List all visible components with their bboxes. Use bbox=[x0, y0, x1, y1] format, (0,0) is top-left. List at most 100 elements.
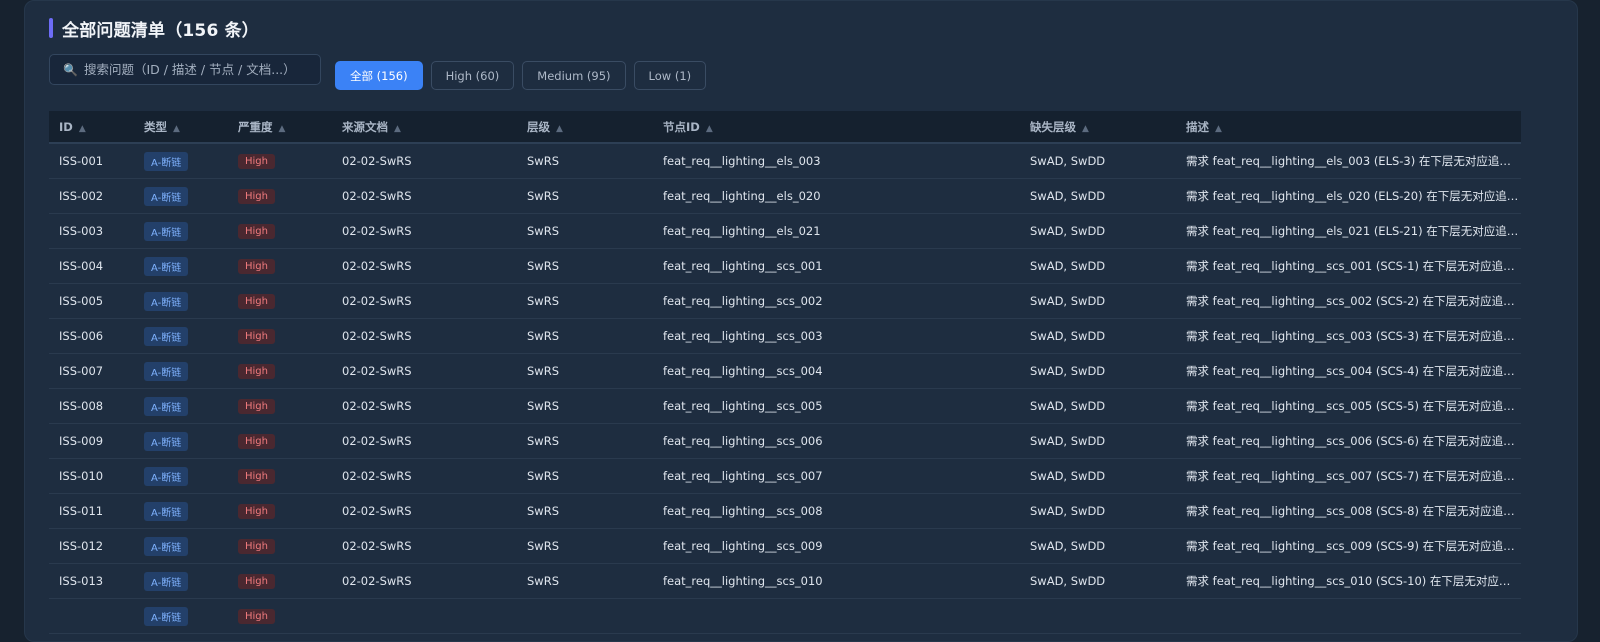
column-header-id[interactable]: ID ▲ bbox=[49, 111, 134, 144]
cell-id: ISS-002 bbox=[49, 178, 134, 214]
cell-node-id: feat_req__lighting__scs_004 bbox=[653, 353, 1020, 389]
type-badge: A-断链 bbox=[144, 186, 189, 206]
cell-severity: High bbox=[228, 143, 332, 179]
issues-table: ID ▲ 类型 ▲ 严重度 ▲ 来源文档 ▲ 层级 ▲ 节点ID ▲ 缺失层级 ▲ 描述 ▲ I… bbox=[49, 111, 1521, 634]
cell-type: A-断链 bbox=[134, 493, 228, 529]
column-header-description[interactable]: 描述 ▲ bbox=[1176, 111, 1521, 144]
cell-type: A-断链 bbox=[134, 423, 228, 459]
sort-icon: ▲ bbox=[556, 123, 563, 134]
cell-source-doc: 02-02-SwRS bbox=[332, 353, 517, 389]
cell-missing-level: SwAD, SwDD bbox=[1020, 423, 1176, 459]
severity-badge: High bbox=[238, 469, 275, 484]
filter-all-button[interactable]: 全部 (156) bbox=[335, 61, 423, 90]
cell-missing-level bbox=[1020, 598, 1176, 634]
cell-source-doc: 02-02-SwRS bbox=[332, 178, 517, 214]
table-row[interactable]: ISS-012 A-断链 High 02-02-SwRS SwRS feat_req__l… bbox=[49, 528, 1521, 564]
cell-severity: High bbox=[228, 213, 332, 249]
column-header-missing-level[interactable]: 缺失层级 ▲ bbox=[1020, 111, 1176, 144]
search-box[interactable]: 🔍 bbox=[49, 54, 321, 85]
table-row[interactable]: ISS-001 A-断链 High 02-02-SwRS SwRS feat_req__l… bbox=[49, 143, 1521, 179]
cell-source-doc: 02-02-SwRS bbox=[332, 423, 517, 459]
cell-source-doc: 02-02-SwRS bbox=[332, 493, 517, 529]
cell-type: A-断链 bbox=[134, 248, 228, 284]
column-header-label: ID bbox=[59, 119, 73, 134]
cell-node-id: feat_req__lighting__els_020 bbox=[653, 178, 1020, 214]
column-header-severity[interactable]: 严重度 ▲ bbox=[228, 111, 332, 144]
cell-level: SwRS bbox=[517, 493, 653, 529]
cell-level: SwRS bbox=[517, 388, 653, 424]
severity-badge: High bbox=[238, 224, 275, 239]
cell-level: SwRS bbox=[517, 178, 653, 214]
cell-missing-level: SwAD, SwDD bbox=[1020, 458, 1176, 494]
table-row[interactable]: A-断链 High bbox=[49, 598, 1521, 634]
type-badge: A-断链 bbox=[144, 291, 189, 311]
cell-id: ISS-008 bbox=[49, 388, 134, 424]
cell-description: 需求 feat_req__lighting__els_020 (ELS-20) … bbox=[1176, 178, 1521, 214]
cell-level: SwRS bbox=[517, 563, 653, 599]
table-row[interactable]: ISS-008 A-断链 High 02-02-SwRS SwRS feat_req__l… bbox=[49, 388, 1521, 424]
severity-badge: High bbox=[238, 399, 275, 414]
table-row[interactable]: ISS-006 A-断链 High 02-02-SwRS SwRS feat_req__l… bbox=[49, 318, 1521, 354]
issues-panel: 全部问题清单（156 条） 🔍 全部 (156) High (60) Mediu… bbox=[24, 0, 1578, 642]
title-accent-bar bbox=[49, 18, 53, 38]
table-row[interactable]: ISS-011 A-断链 High 02-02-SwRS SwRS feat_req__l… bbox=[49, 493, 1521, 529]
table-header-row: ID ▲ 类型 ▲ 严重度 ▲ 来源文档 ▲ 层级 ▲ 节点ID ▲ 缺失层级 ▲ 描述 ▲ bbox=[49, 111, 1521, 144]
column-header-label: 描述 bbox=[1186, 119, 1209, 134]
cell-node-id: feat_req__lighting__els_003 bbox=[653, 143, 1020, 179]
table-row[interactable]: ISS-002 A-断链 High 02-02-SwRS SwRS feat_req__l… bbox=[49, 178, 1521, 214]
cell-severity: High bbox=[228, 423, 332, 459]
cell-id: ISS-005 bbox=[49, 283, 134, 319]
column-header-node-id[interactable]: 节点ID ▲ bbox=[653, 111, 1020, 144]
cell-id: ISS-011 bbox=[49, 493, 134, 529]
table-row[interactable]: ISS-009 A-断链 High 02-02-SwRS SwRS feat_req__l… bbox=[49, 423, 1521, 459]
type-badge: A-断链 bbox=[144, 571, 189, 591]
severity-badge: High bbox=[238, 504, 275, 519]
cell-level: SwRS bbox=[517, 213, 653, 249]
cell-type: A-断链 bbox=[134, 213, 228, 249]
cell-level: SwRS bbox=[517, 248, 653, 284]
table-row[interactable]: ISS-005 A-断链 High 02-02-SwRS SwRS feat_req__l… bbox=[49, 283, 1521, 319]
sort-icon: ▲ bbox=[705, 123, 713, 134]
filter-low-button[interactable]: Low (1) bbox=[633, 61, 707, 90]
cell-level: SwRS bbox=[517, 458, 653, 494]
type-badge: A-断链 bbox=[144, 606, 189, 626]
cell-severity: High bbox=[228, 248, 332, 284]
cell-node-id: feat_req__lighting__scs_003 bbox=[653, 318, 1020, 354]
column-header-source-doc[interactable]: 来源文档 ▲ bbox=[332, 111, 517, 144]
type-badge: A-断链 bbox=[144, 256, 189, 276]
table-row[interactable]: ISS-010 A-断链 High 02-02-SwRS SwRS feat_req__l… bbox=[49, 458, 1521, 494]
filter-high-button[interactable]: High (60) bbox=[430, 61, 515, 90]
table-row[interactable]: ISS-013 A-断链 High 02-02-SwRS SwRS feat_req__l… bbox=[49, 563, 1521, 599]
cell-node-id: feat_req__lighting__scs_009 bbox=[653, 528, 1020, 564]
column-header-type[interactable]: 类型 ▲ bbox=[134, 111, 228, 144]
cell-id: ISS-001 bbox=[49, 143, 134, 179]
cell-level: SwRS bbox=[517, 143, 653, 179]
cell-type: A-断链 bbox=[134, 458, 228, 494]
cell-source-doc: 02-02-SwRS bbox=[332, 458, 517, 494]
title-row: 全部问题清单（156 条） bbox=[49, 17, 259, 41]
column-header-label: 严重度 bbox=[238, 119, 273, 134]
cell-description: 需求 feat_req__lighting__els_003 (ELS-3) 在… bbox=[1176, 143, 1521, 179]
table-row[interactable]: ISS-007 A-断链 High 02-02-SwRS SwRS feat_req__l… bbox=[49, 353, 1521, 389]
cell-id: ISS-007 bbox=[49, 353, 134, 389]
cell-description: 需求 feat_req__lighting__scs_007 (SCS-7) 在… bbox=[1176, 458, 1521, 494]
column-header-level[interactable]: 层级 ▲ bbox=[517, 111, 653, 144]
severity-badge: High bbox=[238, 294, 275, 309]
filter-medium-button[interactable]: Medium (95) bbox=[522, 61, 626, 90]
cell-level: SwRS bbox=[517, 528, 653, 564]
cell-source-doc bbox=[332, 598, 517, 634]
cell-missing-level: SwAD, SwDD bbox=[1020, 248, 1176, 284]
cell-level bbox=[517, 598, 653, 634]
cell-type: A-断链 bbox=[134, 598, 228, 634]
table-row[interactable]: ISS-003 A-断链 High 02-02-SwRS SwRS feat_req__l… bbox=[49, 213, 1521, 249]
type-badge: A-断链 bbox=[144, 501, 189, 521]
column-header-label: 来源文档 bbox=[342, 119, 388, 134]
cell-type: A-断链 bbox=[134, 563, 228, 599]
search-input[interactable] bbox=[83, 62, 304, 77]
cell-node-id: feat_req__lighting__scs_008 bbox=[653, 493, 1020, 529]
severity-badge: High bbox=[238, 574, 275, 589]
column-header-label: 缺失层级 bbox=[1030, 119, 1076, 134]
cell-severity: High bbox=[228, 178, 332, 214]
cell-level: SwRS bbox=[517, 423, 653, 459]
table-row[interactable]: ISS-004 A-断链 High 02-02-SwRS SwRS feat_req__l… bbox=[49, 248, 1521, 284]
